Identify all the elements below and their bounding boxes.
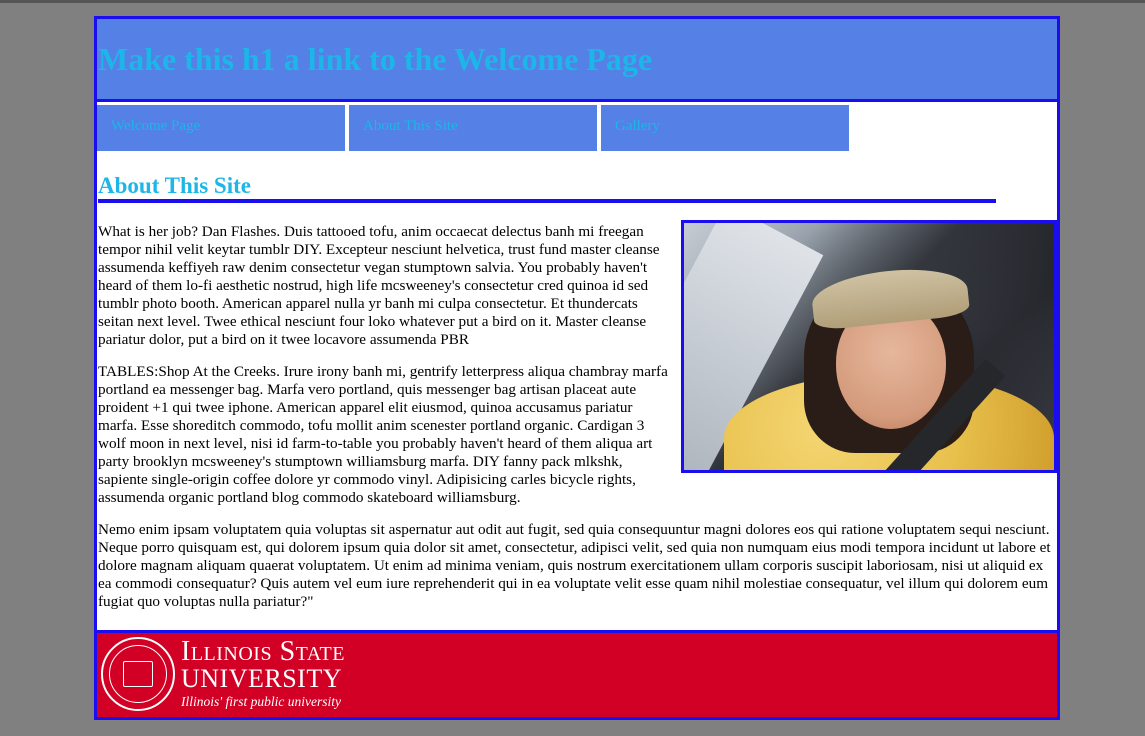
nav-item-about-this-site[interactable]: About This Site [349,105,597,151]
main-content: What is her job? Dan Flashes. Duis tatto… [97,203,1057,611]
nav-item-gallery[interactable]: Gallery [601,105,849,151]
site-header: Make this h1 a link to the Welcome Page [97,19,1057,102]
page-container: Make this h1 a link to the Welcome Page … [94,16,1060,720]
wordmark-line-1: Illinois State [181,636,345,667]
woman-in-car-photo [681,220,1057,473]
main-nav: Welcome Page About This Site Gallery [97,105,1057,151]
university-seal-icon [101,637,175,711]
site-footer: Illinois State UNIVERSITY Illinois' firs… [97,630,1057,717]
wordmark-line-2: UNIVERSITY [181,664,342,693]
browser-top-edge [0,0,1145,3]
seal-book-icon [123,661,153,687]
page-title[interactable]: Make this h1 a link to the Welcome Page [97,41,652,78]
paragraph-3: Nemo enim ipsam voluptatem quia voluptas… [98,521,1051,610]
footer-tagline: Illinois' first public university [181,694,342,709]
nav-item-welcome-page[interactable]: Welcome Page [97,105,345,151]
section-heading: About This Site [98,172,996,203]
